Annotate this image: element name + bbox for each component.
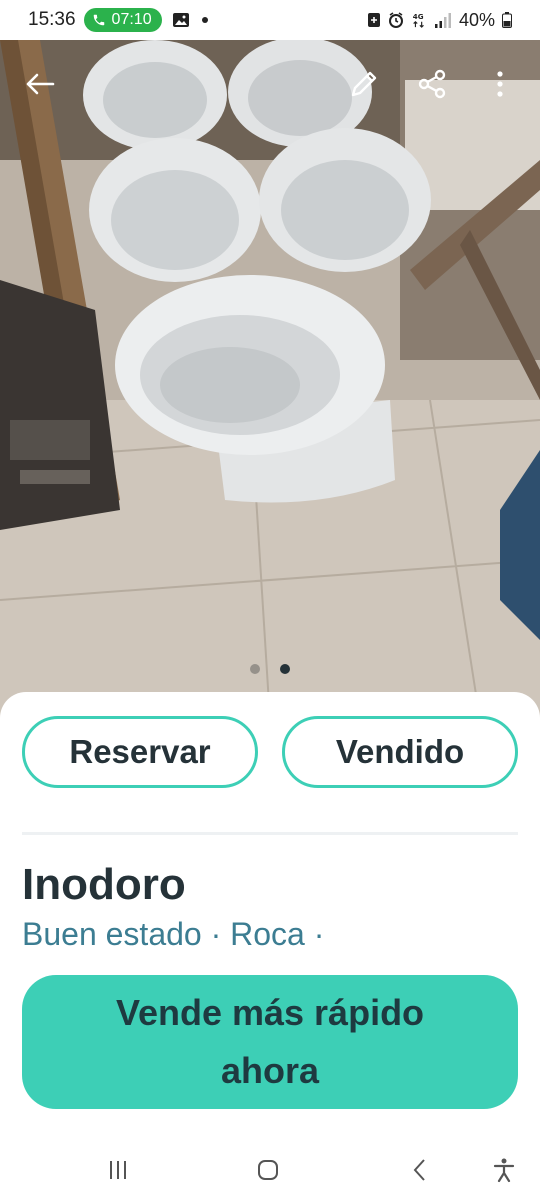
ongoing-call-chip[interactable]: 07:10 (83, 8, 162, 32)
network-4g-icon: 4G (413, 12, 424, 28)
status-icons: 4G 40% (367, 10, 512, 31)
battery-percentage: 40% (458, 9, 495, 30)
reserve-button[interactable]: Reservar (22, 716, 258, 788)
status-bar: 15:36 07:10 4G 40% (0, 0, 540, 40)
gallery-notification-icon (172, 13, 189, 27)
photo-toolbar (0, 62, 540, 112)
alarm-icon (388, 12, 403, 28)
battery-icon (502, 12, 512, 28)
phone-icon (93, 14, 104, 26)
accessibility-icon (493, 1158, 515, 1183)
carousel-dot-1[interactable] (250, 664, 260, 674)
pencil-icon (351, 71, 377, 97)
listing-photo-carousel[interactable] (0, 40, 540, 720)
chevron-left-icon (413, 1159, 425, 1181)
listing-details-sheet: Reservar Vendido Inodoro Buen estado · R… (0, 692, 540, 1200)
divider (22, 832, 518, 835)
back-nav-button[interactable] (400, 1150, 440, 1190)
call-timer: 07:10 (111, 11, 152, 28)
recent-apps-icon (110, 1161, 126, 1179)
home-button[interactable] (248, 1150, 288, 1190)
share-button[interactable] (410, 62, 454, 106)
back-button[interactable] (18, 62, 62, 106)
listing-actions: Reservar Vendido (22, 716, 518, 788)
home-icon (258, 1160, 278, 1180)
status-time: 15:36 (28, 9, 76, 30)
carousel-dot-2[interactable] (280, 664, 290, 674)
sell-faster-button[interactable]: Vende más rápido ahora (22, 975, 518, 1109)
listing-title: Inodoro (22, 860, 186, 909)
signal-icon (434, 13, 451, 28)
arrow-left-icon (26, 73, 55, 95)
more-options-button[interactable] (478, 62, 522, 106)
system-nav-bar (0, 1140, 540, 1200)
mark-sold-button[interactable]: Vendido (282, 716, 518, 788)
listing-subtitle: Buen estado · Roca · (22, 916, 325, 952)
carousel-indicator (0, 664, 540, 674)
accessibility-button[interactable] (484, 1150, 524, 1190)
listing-photo (0, 40, 540, 720)
svg-text:4G: 4G (413, 12, 424, 21)
share-icon (418, 69, 446, 99)
more-notifications-dot (201, 17, 208, 23)
edit-button[interactable] (342, 62, 386, 106)
sync-icon (367, 13, 380, 27)
recent-apps-button[interactable] (98, 1150, 138, 1190)
more-vertical-icon (497, 71, 503, 97)
